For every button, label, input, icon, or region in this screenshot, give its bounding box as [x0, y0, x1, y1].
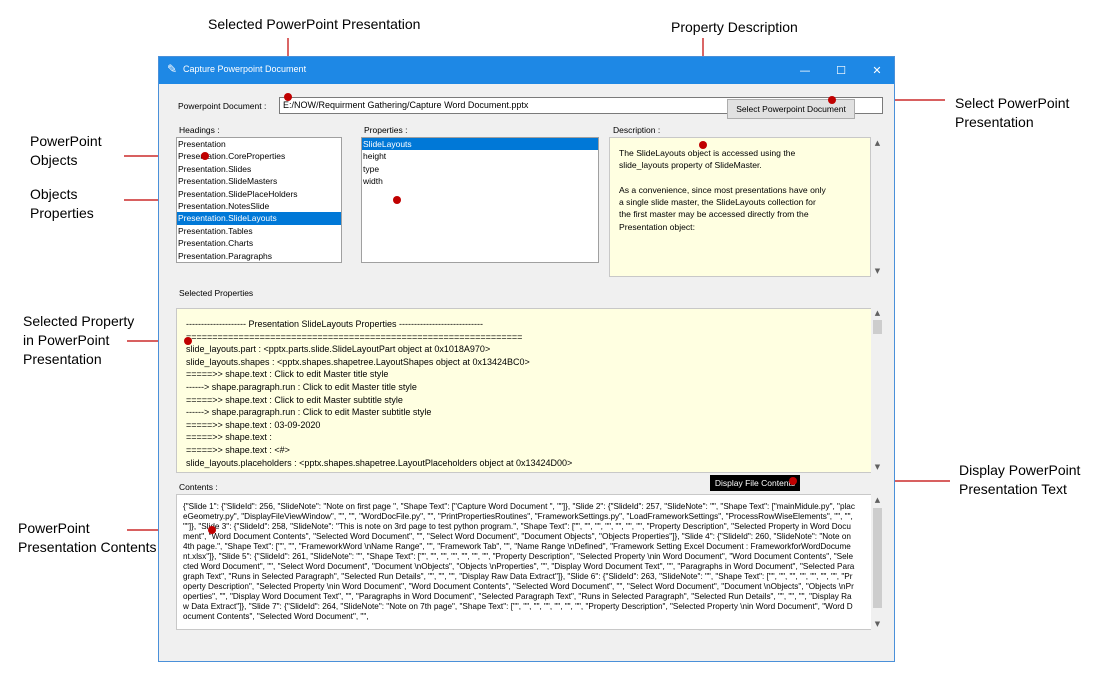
annotation-selected-presentation: Selected PowerPoint Presentation: [208, 16, 421, 32]
contents-text: {"Slide 1": {"SlideId": 256, "SlideNote"…: [183, 502, 855, 621]
scroll-down-icon[interactable]: ▼: [871, 463, 884, 471]
annotation-objects-properties: Objects Properties: [30, 186, 94, 221]
heading-item[interactable]: Presentation.SlidePlaceHolders: [177, 188, 341, 200]
property-line: =====>> shape.text : Click to edit Maste…: [186, 394, 403, 405]
headings-label: Headings :: [179, 125, 220, 135]
property-line: ------> shape.paragraph.run : Click to e…: [186, 407, 432, 418]
annotation-property-description: Property Description: [671, 19, 798, 35]
marker-dot: [828, 96, 836, 104]
marker-dot: [789, 477, 797, 485]
property-line: =====>> shape.text :: [186, 432, 272, 443]
description-line: a single slide master, the SlideLayouts …: [619, 197, 816, 208]
scroll-up-icon[interactable]: ▲: [871, 309, 884, 317]
property-line: ------> shape.paragraph.run : Click to e…: [186, 381, 417, 392]
annotation-selected-property: Selected Property in PowerPoint Presenta…: [23, 313, 135, 367]
maximize-button[interactable]: ☐: [823, 57, 859, 84]
marker-dot: [184, 337, 192, 345]
contents-box: {"Slide 1": {"SlideId": 256, "SlideNote"…: [176, 494, 872, 630]
annotation-presentation-contents: PowerPoint Presentation Contents: [18, 520, 157, 555]
description-box: The SlideLayouts object is accessed usin…: [609, 137, 871, 277]
property-line: slide_layouts.shapes : <pptx.shapes.shap…: [186, 356, 530, 367]
description-label: Description :: [613, 125, 661, 135]
description-line: [619, 172, 869, 184]
property-line: ========================================…: [186, 331, 523, 342]
heading-item[interactable]: Presentation.NotesSlide: [177, 200, 341, 212]
selected-properties-scrollbar[interactable]: ▲ ▼: [871, 308, 884, 473]
app-window: ✎ Capture Powerpoint Document — ☐ ✕ Powe…: [158, 56, 895, 662]
marker-dot: [284, 93, 292, 101]
property-line: =====>> shape.text : Click to edit Maste…: [186, 369, 389, 380]
property-item[interactable]: SlideLayouts: [362, 138, 598, 151]
property-line: -------------------- Presentation SlideL…: [186, 319, 483, 329]
marker-dot: [201, 152, 209, 160]
description-text: The SlideLayouts object is accessed usin…: [619, 147, 869, 233]
scroll-thumb[interactable]: [873, 320, 882, 334]
property-item[interactable]: width: [362, 175, 598, 187]
scroll-thumb[interactable]: [873, 508, 882, 608]
display-file-contents-button[interactable]: Display File Contents: [710, 475, 800, 491]
selected-properties-box: -------------------- Presentation SlideL…: [176, 308, 872, 473]
contents-label: Contents :: [179, 482, 218, 492]
close-button[interactable]: ✕: [859, 57, 895, 84]
window-title: Capture Powerpoint Document: [183, 64, 307, 74]
description-line: The SlideLayouts object is accessed usin…: [619, 148, 796, 158]
annotation-select-presentation: Select PowerPoint Presentation: [955, 95, 1070, 130]
description-line: As a convenience, since most presentatio…: [619, 184, 826, 195]
scroll-up-icon[interactable]: ▲: [871, 139, 884, 147]
select-document-button[interactable]: Select Powerpoint Document: [727, 99, 855, 119]
marker-dot: [393, 196, 401, 204]
scroll-down-icon[interactable]: ▼: [871, 267, 884, 275]
heading-item[interactable]: Presentation.Paragraphs: [177, 250, 341, 262]
description-line: the first master may be accessed directl…: [619, 209, 809, 220]
annotation-display-text: Display PowerPoint Presentation Text: [959, 462, 1081, 497]
selected-properties-label: Selected Properties: [179, 288, 254, 298]
marker-dot: [208, 526, 216, 534]
description-line: slide_layouts property of SlideMaster.: [619, 160, 762, 171]
document-label: Powerpoint Document :: [178, 101, 267, 111]
heading-item[interactable]: Presentation.Tables: [177, 225, 341, 237]
property-item[interactable]: type: [362, 163, 598, 175]
feather-icon: ✎: [167, 62, 178, 76]
annotation-powerpoint-objects: PowerPoint Objects: [30, 133, 102, 168]
heading-item[interactable]: Presentation: [177, 138, 341, 150]
property-item[interactable]: height: [362, 150, 598, 162]
property-line: slide_layouts.placeholders : <pptx.shape…: [186, 457, 573, 468]
description-line: Presentation object:: [619, 221, 695, 232]
contents-scrollbar[interactable]: ▲ ▼: [871, 494, 884, 630]
description-scrollbar[interactable]: ▲ ▼: [871, 137, 884, 277]
properties-label: Properties :: [364, 125, 408, 135]
property-line: =====>> shape.text : <#>: [186, 444, 290, 455]
scroll-down-icon[interactable]: ▼: [871, 620, 884, 628]
property-line: slide_layouts.part : <pptx.parts.slide.S…: [186, 344, 491, 355]
title-bar: ✎ Capture Powerpoint Document — ☐ ✕: [159, 57, 894, 84]
heading-item[interactable]: Presentation.Slides: [177, 163, 341, 175]
heading-item[interactable]: Presentation.SlideLayouts: [177, 212, 341, 225]
marker-dot: [699, 141, 707, 149]
property-line: =====>> shape.text : 03-09-2020: [186, 419, 321, 430]
scroll-up-icon[interactable]: ▲: [871, 496, 884, 504]
heading-item[interactable]: Presentation.Charts: [177, 237, 341, 249]
heading-item[interactable]: Presentation.SlideMasters: [177, 175, 341, 187]
minimize-button[interactable]: —: [787, 57, 823, 84]
